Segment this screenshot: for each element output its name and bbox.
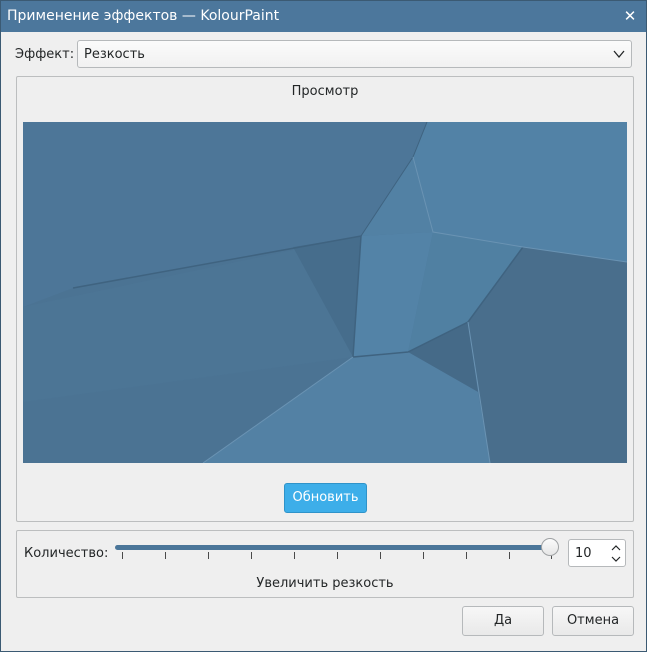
slider-tick xyxy=(337,552,338,559)
slider-tick xyxy=(122,552,123,559)
preview-group: Просмотр Обновить xyxy=(16,76,634,522)
slider-tick xyxy=(208,552,209,559)
slider-tick xyxy=(251,552,252,559)
slider-tick xyxy=(294,552,295,559)
dialog-window: Применение эффектов — KolourPaint ✕ Эффе… xyxy=(0,0,647,652)
slider-tick xyxy=(423,552,424,559)
slider-tick xyxy=(466,552,467,559)
window-title: Применение эффектов — KolourPaint xyxy=(7,8,280,24)
refresh-button[interactable]: Обновить xyxy=(284,483,367,513)
amount-value: 10 xyxy=(575,546,592,561)
slider-tick xyxy=(380,552,381,559)
ok-button[interactable]: Да xyxy=(462,606,544,636)
chevron-up-icon[interactable] xyxy=(610,543,622,553)
slider-tick xyxy=(165,552,166,559)
preview-title: Просмотр xyxy=(291,84,359,99)
amount-group: Количество: 10 Увеличить резкость xyxy=(16,530,634,598)
amount-description: Увеличить резкость xyxy=(256,576,394,591)
close-icon[interactable]: ✕ xyxy=(620,6,640,26)
effect-label: Эффект: xyxy=(15,47,75,62)
cancel-button[interactable]: Отмена xyxy=(552,606,634,636)
amount-spinbox[interactable]: 10 xyxy=(568,539,626,567)
effect-selected-value: Резкость xyxy=(84,47,145,62)
amount-slider-handle[interactable] xyxy=(541,538,559,556)
slider-tick xyxy=(509,552,510,559)
amount-slider-track[interactable] xyxy=(115,545,553,550)
preview-wallpaper xyxy=(23,122,627,463)
preview-image xyxy=(23,122,627,463)
chevron-down-icon[interactable] xyxy=(610,554,622,564)
title-bar[interactable]: Применение эффектов — KolourPaint ✕ xyxy=(1,1,646,32)
amount-label: Количество: xyxy=(24,546,109,561)
effect-combobox[interactable]: Резкость xyxy=(77,40,632,68)
chevron-down-icon xyxy=(613,50,625,59)
